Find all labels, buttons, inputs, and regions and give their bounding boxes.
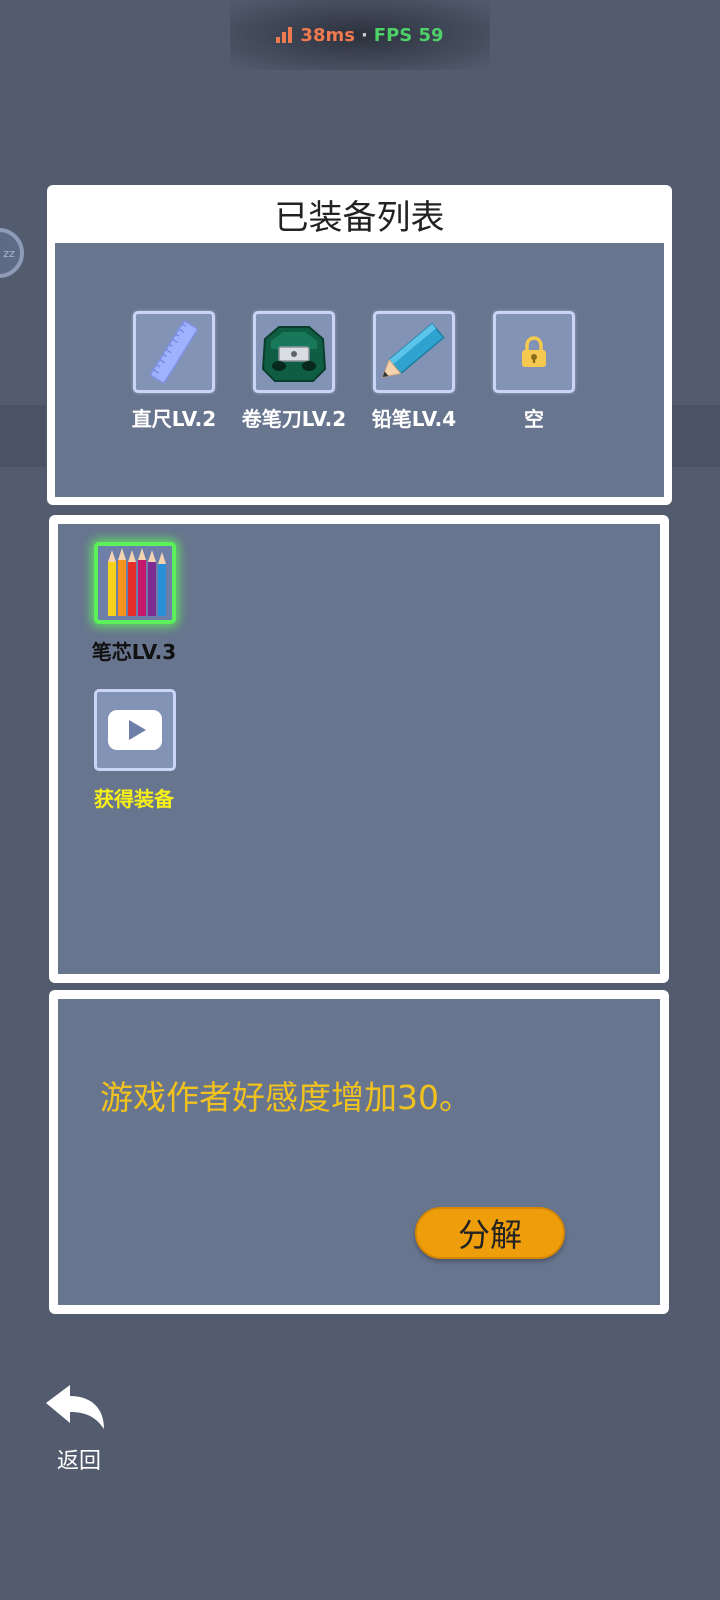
ruler-icon (150, 320, 198, 384)
equipped-slot-ruler[interactable] (133, 311, 215, 393)
inventory-item-label: 笔芯LV.3 (91, 640, 177, 664)
back-button[interactable]: 返回 (44, 1383, 124, 1474)
signal-icon (276, 27, 293, 43)
item-detail-area: 游戏作者好感度增加30。 分解 (58, 999, 660, 1305)
item-detail-panel: 游戏作者好感度增加30。 分解 (49, 990, 669, 1314)
side-circle-button[interactable]: zz (0, 228, 24, 278)
equipped-slot-label: 铅笔LV.4 (371, 407, 457, 431)
overlay-separator: · (360, 24, 368, 46)
pencil-icon (381, 322, 445, 378)
lock-icon (522, 336, 546, 367)
inventory-item-pencil-lead[interactable] (94, 542, 176, 624)
performance-overlay: 38ms · FPS 59 (230, 0, 490, 70)
colored-pencils-icon (108, 548, 166, 616)
back-arrow-icon (46, 1385, 104, 1429)
equipped-slot-sharpener[interactable] (253, 311, 335, 393)
fps-value: FPS 59 (373, 24, 444, 46)
equipped-slot-pencil[interactable] (373, 311, 455, 393)
decompose-button[interactable]: 分解 (415, 1207, 565, 1259)
equipped-slot-label: 直尺LV.2 (131, 407, 217, 431)
inventory-area: 笔芯LV.3 获得装备 (58, 524, 660, 974)
background-block-left (0, 405, 46, 467)
inventory-panel: 笔芯LV.3 获得装备 (49, 515, 669, 983)
get-equipment-button[interactable] (94, 689, 176, 771)
back-label: 返回 (56, 1449, 101, 1474)
equipped-slot-label: 空 (524, 407, 544, 431)
item-description: 游戏作者好感度增加30。 (100, 1078, 472, 1117)
equipped-slots-area: 直尺LV.2 卷笔刀LV.2 铅笔LV.4 空 (55, 243, 664, 497)
equipped-slot-label: 卷笔刀LV.2 (241, 407, 347, 431)
get-equipment-label: 获得装备 (94, 787, 174, 811)
ping-value: 38ms (300, 24, 355, 46)
equipped-list-title: 已装备列表 (274, 197, 445, 238)
equipped-slot-empty[interactable] (493, 311, 575, 393)
equipped-list-panel: 已装备列表 直尺LV.2 卷笔刀LV.2 铅笔LV.4 空 (47, 185, 672, 505)
pencil-sharpener-icon (261, 326, 327, 382)
video-play-icon (108, 710, 162, 750)
